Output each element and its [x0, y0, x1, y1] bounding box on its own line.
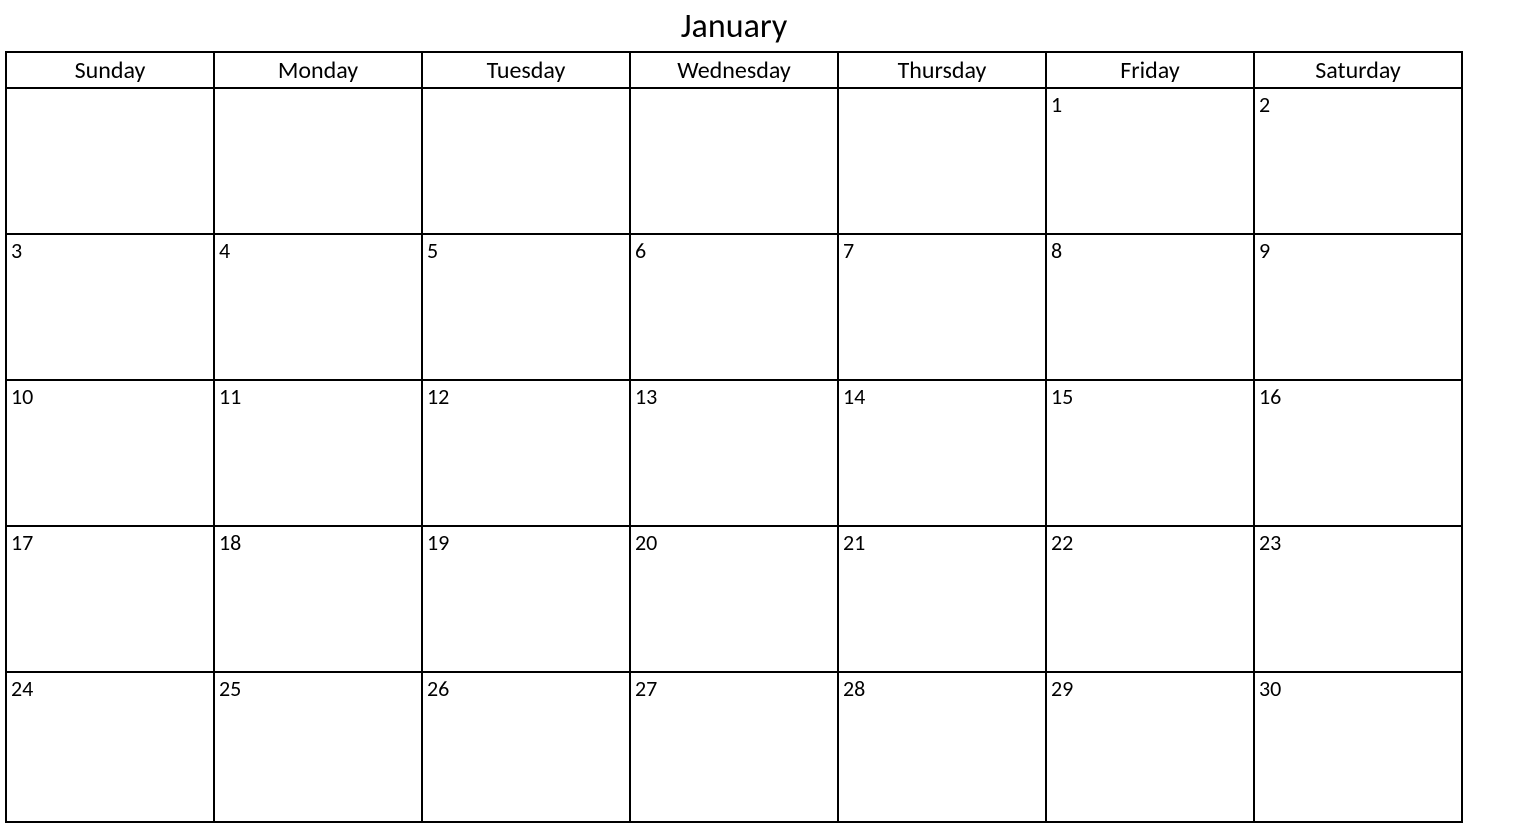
day-cell[interactable]: 30 — [1254, 672, 1462, 822]
day-cell[interactable]: 27 — [630, 672, 838, 822]
day-cell[interactable]: 3 — [6, 234, 214, 380]
calendar-container: January Sunday Monday Tuesday Wednesday … — [5, 0, 1463, 823]
week-row: 10 11 12 13 14 15 16 — [6, 380, 1462, 526]
day-cell[interactable]: 15 — [1046, 380, 1254, 526]
day-cell[interactable]: 20 — [630, 526, 838, 672]
day-header-thursday: Thursday — [838, 52, 1046, 88]
day-cell[interactable]: 29 — [1046, 672, 1254, 822]
day-cell[interactable]: 14 — [838, 380, 1046, 526]
day-cell[interactable]: 16 — [1254, 380, 1462, 526]
day-header-tuesday: Tuesday — [422, 52, 630, 88]
day-header-sunday: Sunday — [6, 52, 214, 88]
day-cell[interactable]: 24 — [6, 672, 214, 822]
day-cell[interactable]: 9 — [1254, 234, 1462, 380]
week-row: 24 25 26 27 28 29 30 — [6, 672, 1462, 822]
day-cell[interactable]: 25 — [214, 672, 422, 822]
day-cell[interactable]: 6 — [630, 234, 838, 380]
day-cell[interactable] — [214, 88, 422, 234]
day-cell[interactable]: 21 — [838, 526, 1046, 672]
calendar-table: Sunday Monday Tuesday Wednesday Thursday… — [5, 51, 1463, 823]
day-header-monday: Monday — [214, 52, 422, 88]
day-cell[interactable]: 12 — [422, 380, 630, 526]
day-cell[interactable]: 22 — [1046, 526, 1254, 672]
day-header-saturday: Saturday — [1254, 52, 1462, 88]
day-cell[interactable]: 8 — [1046, 234, 1254, 380]
month-title: January — [5, 0, 1463, 51]
day-cell[interactable]: 2 — [1254, 88, 1462, 234]
day-cell[interactable]: 1 — [1046, 88, 1254, 234]
week-row: 3 4 5 6 7 8 9 — [6, 234, 1462, 380]
day-cell[interactable]: 11 — [214, 380, 422, 526]
day-cell[interactable]: 18 — [214, 526, 422, 672]
day-cell[interactable]: 10 — [6, 380, 214, 526]
day-cell[interactable] — [838, 88, 1046, 234]
week-row: 1 2 — [6, 88, 1462, 234]
week-row: 17 18 19 20 21 22 23 — [6, 526, 1462, 672]
day-cell[interactable] — [6, 88, 214, 234]
day-cell[interactable]: 13 — [630, 380, 838, 526]
day-header-wednesday: Wednesday — [630, 52, 838, 88]
day-header-row: Sunday Monday Tuesday Wednesday Thursday… — [6, 52, 1462, 88]
day-cell[interactable] — [422, 88, 630, 234]
day-cell[interactable]: 19 — [422, 526, 630, 672]
day-cell[interactable] — [630, 88, 838, 234]
day-cell[interactable]: 28 — [838, 672, 1046, 822]
day-cell[interactable]: 7 — [838, 234, 1046, 380]
day-cell[interactable]: 26 — [422, 672, 630, 822]
day-cell[interactable]: 4 — [214, 234, 422, 380]
day-cell[interactable]: 17 — [6, 526, 214, 672]
day-cell[interactable]: 5 — [422, 234, 630, 380]
day-cell[interactable]: 23 — [1254, 526, 1462, 672]
day-header-friday: Friday — [1046, 52, 1254, 88]
